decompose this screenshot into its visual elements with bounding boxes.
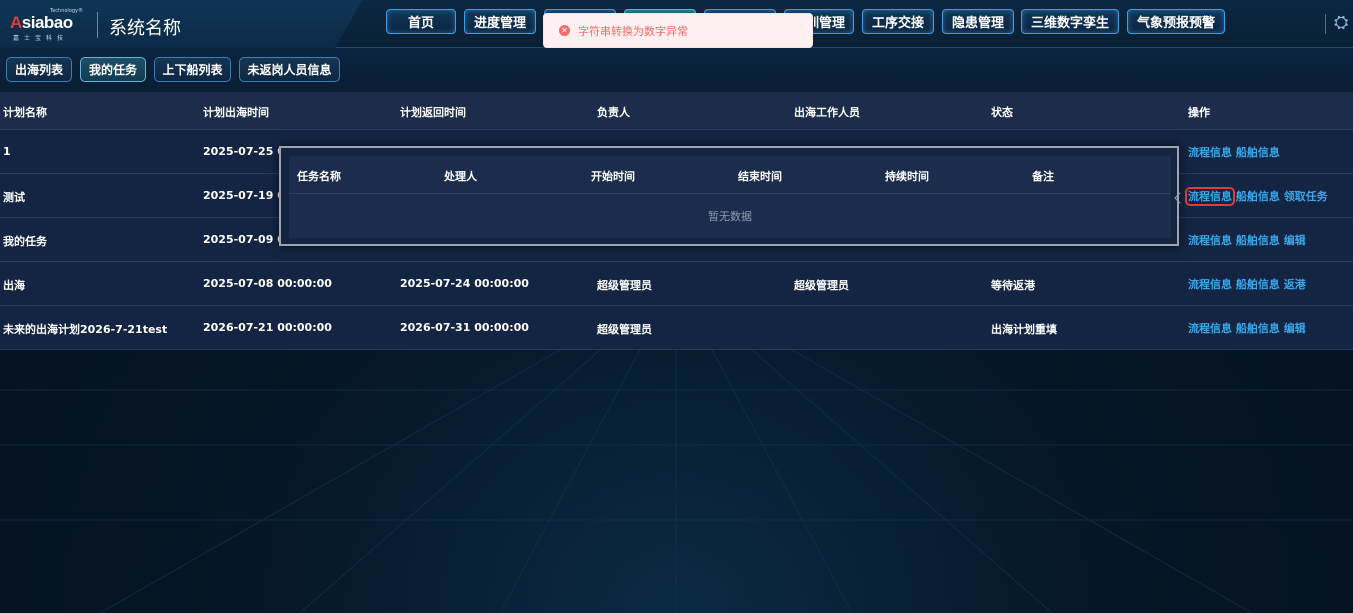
process-table-header: 任务名称 处理人 开始时间 结束时间 持续时间 备注 [289,156,1171,194]
tab-sea-list[interactable]: 出海列表 [6,57,72,82]
col-depart-time: 计划出海时间 [203,106,269,119]
cell-depart-time: 2025-07-08 00:00:00 [203,277,332,290]
return-port-link[interactable]: 返港 [1284,278,1306,291]
cell-return-time: 2025-07-24 00:00:00 [400,277,529,290]
col-handler: 处理人 [444,170,477,183]
table-header: 计划名称 计划出海时间 计划返回时间 负责人 出海工作人员 状态 操作 [0,92,1353,130]
cell-plan-name: 未来的出海计划2026-7-21test [3,323,168,336]
system-name: 系统名称 [109,18,181,39]
cell-return-time: 2026-07-31 00:00:00 [400,321,529,334]
brand-divider [97,12,98,38]
nav-digital-twin[interactable]: 三维数字孪生 [1021,9,1119,34]
cell-depart-time: 2026-07-21 00:00:00 [203,321,332,334]
error-toast: ✕ 字符串转换为数字异常 [543,13,813,48]
col-duration: 持续时间 [885,170,929,183]
col-owner: 负责人 [597,106,630,119]
ship-info-link[interactable]: 船舶信息 [1236,234,1280,247]
process-info-link[interactable]: 流程信息 [1188,278,1232,291]
nav-handover[interactable]: 工序交接 [862,9,934,34]
col-start-time: 开始时间 [591,170,635,183]
edit-link[interactable]: 编辑 [1284,234,1306,247]
cell-staff: 超级管理员 [794,279,849,292]
process-info-link[interactable]: 流程信息 [1188,322,1232,335]
cell-owner: 超级管理员 [597,279,652,292]
col-return-time: 计划返回时间 [400,106,466,119]
col-status: 状态 [991,106,1013,119]
table-row: 未来的出海计划2026-7-21test 2026-07-21 00:00:00… [0,306,1353,350]
empty-state-text: 暂无数据 [708,210,752,223]
row-actions: 流程信息 船舶信息 [1188,144,1280,160]
claim-task-link[interactable]: 领取任务 [1284,190,1328,203]
error-icon: ✕ [559,25,570,36]
cell-plan-name: 1 [3,145,11,158]
process-info-link[interactable]: 流程信息 [1185,187,1235,206]
toast-message: 字符串转换为数字异常 [578,24,688,38]
process-table: 任务名称 处理人 开始时间 结束时间 持续时间 备注 暂无数据 [289,156,1171,238]
ship-info-link[interactable]: 船舶信息 [1236,190,1280,203]
cell-owner: 超级管理员 [597,323,652,336]
logo-wordmark: Asiabao [10,13,73,32]
user-icon[interactable]: ⛭ [1334,12,1348,33]
logo-subtitle: 嘉士宝科技 [13,35,69,42]
process-info-popover: 任务名称 处理人 开始时间 结束时间 持续时间 备注 暂无数据 [279,146,1179,246]
company-logo: Technology® Asiabao 嘉士宝科技 [10,8,86,42]
row-actions: 流程信息 船舶信息 领取任务 [1185,187,1328,206]
ship-info-link[interactable]: 船舶信息 [1236,322,1280,335]
cell-plan-name: 我的任务 [3,235,47,248]
row-actions: 流程信息 船舶信息 返港 [1188,276,1306,292]
col-task-name: 任务名称 [297,170,341,183]
tab-boarding-list[interactable]: 上下船列表 [154,57,231,82]
cell-status: 出海计划重填 [991,323,1057,336]
process-info-link[interactable]: 流程信息 [1188,146,1232,159]
ship-info-link[interactable]: 船舶信息 [1236,146,1280,159]
cell-status: 等待返港 [991,279,1035,292]
row-actions: 流程信息 船舶信息 编辑 [1188,232,1306,248]
row-actions: 流程信息 船舶信息 编辑 [1188,320,1306,336]
process-info-link[interactable]: 流程信息 [1188,234,1232,247]
nav-hazard[interactable]: 隐患管理 [942,9,1014,34]
cell-plan-name: 出海 [3,279,25,292]
background-grid [0,350,1353,613]
edit-link[interactable]: 编辑 [1284,322,1306,335]
nav-home[interactable]: 首页 [386,9,456,34]
col-actions: 操作 [1188,106,1210,119]
col-plan-name: 计划名称 [3,106,47,119]
col-staff: 出海工作人员 [794,106,860,119]
col-end-time: 结束时间 [738,170,782,183]
header-divider [1325,14,1326,34]
ship-info-link[interactable]: 船舶信息 [1236,278,1280,291]
col-remark: 备注 [1032,170,1054,183]
nav-progress[interactable]: 进度管理 [464,9,536,34]
cell-plan-name: 测试 [3,191,25,204]
tab-unreturned-staff[interactable]: 未返岗人员信息 [239,57,340,82]
table-row: 出海 2025-07-08 00:00:00 2025-07-24 00:00:… [0,262,1353,306]
background-grid-lines [0,350,1353,613]
nav-weather[interactable]: 气象预报预警 [1127,9,1225,34]
sub-tab-bar: 出海列表 我的任务 上下船列表 未返岗人员信息 [0,48,1353,92]
tab-my-tasks[interactable]: 我的任务 [80,57,146,82]
